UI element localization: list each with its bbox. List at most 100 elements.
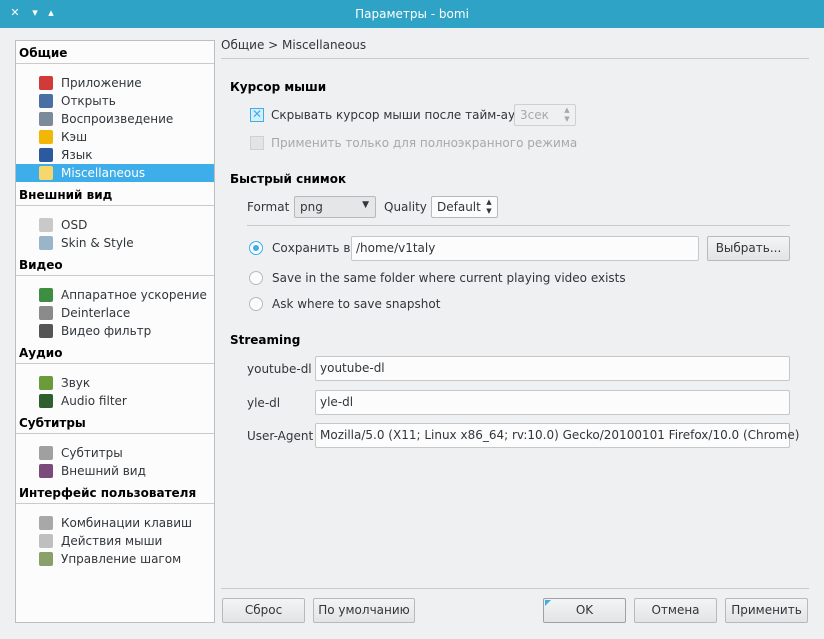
- sidebar-item-label: Audio filter: [61, 394, 127, 408]
- snapshot-divider: [247, 225, 790, 226]
- ok-button[interactable]: OK: [543, 598, 626, 623]
- subtitles-icon: [39, 446, 53, 460]
- sidebar-item-step-control[interactable]: Управление шагом: [16, 550, 214, 568]
- quality-label: Quality: [384, 200, 427, 214]
- sidebar-item-label: Язык: [61, 148, 93, 162]
- same-folder-label: Save in the same folder where current pl…: [272, 271, 626, 285]
- language-icon: [39, 148, 53, 162]
- deinterlace-icon: [39, 306, 53, 320]
- spin-arrows-icon[interactable]: ▲ ▼: [484, 198, 494, 216]
- sidebar-item-label: Воспроизведение: [61, 112, 174, 126]
- separator: [16, 205, 214, 206]
- sidebar-item-open[interactable]: Открыть: [16, 92, 214, 110]
- sidebar-item-osd[interactable]: OSD: [16, 216, 214, 234]
- group-ui-title: Интерфейс пользователя: [19, 486, 197, 500]
- format-combobox[interactable]: png ▼: [294, 196, 376, 218]
- spin-arrows-icon[interactable]: ▲ ▼: [562, 106, 572, 124]
- keyboard-icon: [39, 516, 53, 530]
- separator: [16, 363, 214, 364]
- sidebar-item-audio-filter[interactable]: Audio filter: [16, 392, 214, 410]
- sidebar-item-label: Приложение: [61, 76, 142, 90]
- sidebar-item-label: OSD: [61, 218, 88, 232]
- streaming-heading: Streaming: [230, 333, 301, 347]
- sidebar-item-hw-accel[interactable]: Аппаратное ускорение: [16, 286, 214, 304]
- apply-button[interactable]: Применить: [725, 598, 808, 623]
- cursor-heading: Курсор мыши: [230, 80, 327, 94]
- group-audio-title: Аудио: [19, 346, 63, 360]
- separator: [16, 275, 214, 276]
- sidebar-item-application[interactable]: Приложение: [16, 74, 214, 92]
- sidebar-item-shortcuts[interactable]: Комбинации клавиш: [16, 514, 214, 532]
- youtube-dl-value: youtube-dl: [320, 361, 385, 375]
- save-path-field[interactable]: /home/v1taly: [351, 236, 699, 261]
- group-video-title: Видео: [19, 258, 63, 272]
- yle-dl-field[interactable]: yle-dl: [315, 390, 790, 415]
- cancel-button[interactable]: Отмена: [634, 598, 717, 623]
- breadcrumb: Общие > Miscellaneous: [221, 38, 367, 52]
- separator: [16, 503, 214, 504]
- text-style-icon: [39, 464, 53, 478]
- window-title: Параметры - bomi: [355, 7, 469, 21]
- ask-label: Ask where to save snapshot: [272, 297, 441, 311]
- defaults-button[interactable]: По умолчанию: [313, 598, 415, 623]
- sidebar-item-subtitle-appearance[interactable]: Внешний вид: [16, 462, 214, 480]
- quality-spinbox[interactable]: Default ▲ ▼: [431, 196, 498, 218]
- reset-button[interactable]: Сброс: [222, 598, 305, 623]
- sidebar-item-label: Кэш: [61, 130, 88, 144]
- save-in-radio[interactable]: [249, 241, 263, 255]
- separator: [16, 433, 214, 434]
- user-agent-field[interactable]: Mozilla/5.0 (X11; Linux x86_64; rv:10.0)…: [315, 423, 799, 448]
- yle-dl-value: yle-dl: [320, 395, 354, 409]
- skin-icon: [39, 236, 53, 250]
- quality-value: Default: [437, 200, 481, 214]
- group-general-title: Общие: [19, 46, 68, 60]
- youtube-dl-label: youtube-dl: [247, 362, 312, 376]
- save-in-label: Сохранить в: [272, 241, 351, 255]
- group-subtitles-title: Субтитры: [19, 416, 86, 430]
- ask-radio[interactable]: [249, 297, 263, 311]
- sidebar-item-video-filter[interactable]: Видео фильтр: [16, 322, 214, 340]
- audio-filter-icon: [39, 394, 53, 408]
- folder-open-icon: [39, 94, 53, 108]
- ok-label: OK: [575, 603, 594, 617]
- format-label: Format: [247, 200, 290, 214]
- hide-cursor-label: Скрывать курсор мыши после тайм-аута:: [271, 108, 534, 122]
- hide-cursor-checkbox[interactable]: [250, 107, 264, 122]
- sidebar-item-cache[interactable]: Кэш: [16, 128, 214, 146]
- sidebar-item-subtitles[interactable]: Субтитры: [16, 444, 214, 462]
- sidebar-item-label: Управление шагом: [61, 552, 182, 566]
- browse-button[interactable]: Выбрать...: [707, 236, 790, 261]
- cache-icon: [39, 130, 53, 144]
- sidebar-item-label: Открыть: [61, 94, 116, 108]
- sidebar-item-skin-style[interactable]: Skin & Style: [16, 234, 214, 252]
- timeout-spinbox[interactable]: 3сек ▲ ▼: [514, 104, 576, 126]
- group-appearance-title: Внешний вид: [19, 188, 113, 202]
- breadcrumb-divider: [221, 58, 809, 59]
- sidebar-item-label: Видео фильтр: [61, 324, 152, 338]
- sidebar-item-label: Miscellaneous: [61, 166, 146, 180]
- format-value: png: [300, 200, 323, 214]
- hardware-icon: [39, 288, 53, 302]
- fullscreen-only-checkbox[interactable]: [250, 136, 264, 150]
- yle-dl-label: yle-dl: [247, 396, 281, 410]
- speaker-icon: [39, 376, 53, 390]
- sidebar-item-label: Внешний вид: [61, 464, 146, 478]
- sidebar-item-label: Действия мыши: [61, 534, 163, 548]
- default-indicator-icon: [545, 600, 551, 606]
- youtube-dl-field[interactable]: youtube-dl: [315, 356, 790, 381]
- sidebar-item-mouse-actions[interactable]: Действия мыши: [16, 532, 214, 550]
- sidebar-item-label: Deinterlace: [61, 306, 131, 320]
- sidebar-item-language[interactable]: Язык: [16, 146, 214, 164]
- play-icon: [39, 112, 53, 126]
- sidebar-item-deinterlace[interactable]: Deinterlace: [16, 304, 214, 322]
- user-agent-value: Mozilla/5.0 (X11; Linux x86_64; rv:10.0)…: [320, 428, 800, 442]
- osd-icon: [39, 218, 53, 232]
- sidebar-item-label: Skin & Style: [61, 236, 134, 250]
- sidebar-item-label: Аппаратное ускорение: [61, 288, 207, 302]
- sidebar-item-sound[interactable]: Звук: [16, 374, 214, 392]
- sidebar-item-miscellaneous[interactable]: Miscellaneous: [16, 164, 214, 182]
- same-folder-radio[interactable]: [249, 271, 263, 285]
- sidebar-item-playback[interactable]: Воспроизведение: [16, 110, 214, 128]
- misc-icon: [39, 166, 53, 180]
- chevron-down-icon: ▼: [362, 200, 369, 210]
